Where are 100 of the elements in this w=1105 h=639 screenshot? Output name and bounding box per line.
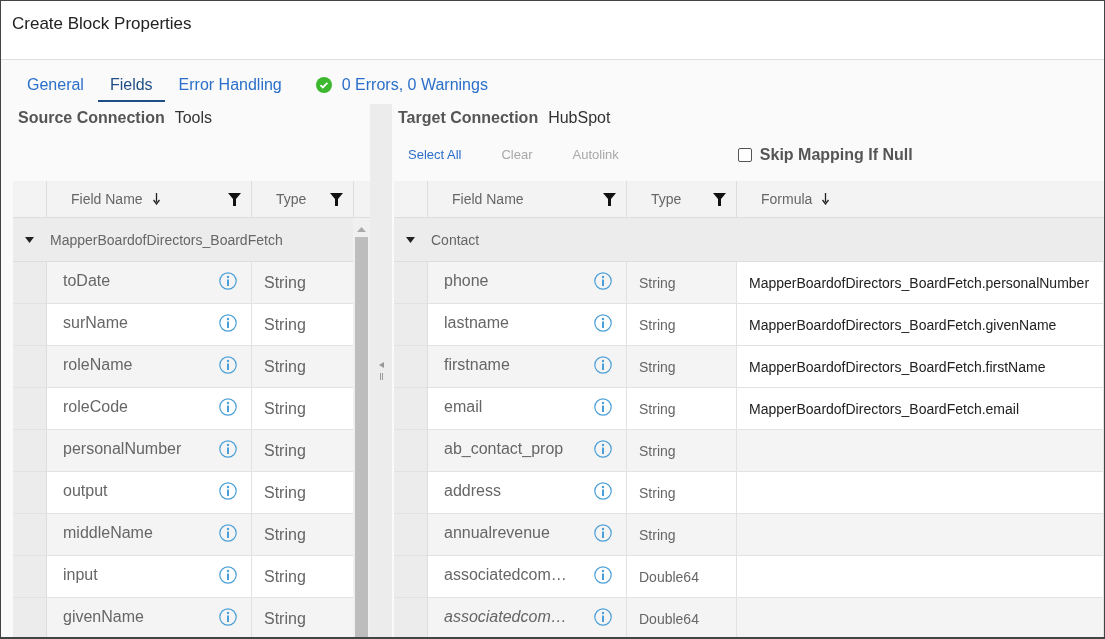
row-handle[interactable] [394,346,428,387]
tab[interactable]: General [15,70,96,102]
info-icon[interactable] [594,523,612,542]
row-handle[interactable] [394,556,428,597]
info-icon[interactable] [219,397,237,416]
field-name: phone [444,271,490,290]
field-name: input [63,565,99,584]
scroll-thumb[interactable] [355,237,368,637]
info-icon[interactable] [594,481,612,500]
filter-icon[interactable] [228,192,241,206]
field-name: roleCode [63,397,129,416]
connection-value: Tools [174,109,213,127]
field-name: personalNumber [63,439,183,458]
row-handle[interactable] [13,556,47,597]
column-header[interactable]: Field Name [428,181,627,217]
info-icon[interactable] [594,355,612,374]
status-link[interactable]: 0 Errors, 0 Warnings [341,76,488,94]
info-icon[interactable] [219,565,237,584]
collapse-arrow-icon[interactable] [378,361,384,368]
column-header[interactable]: Field Name [47,181,252,217]
field-type: Double64 [639,568,699,585]
field-name: address [444,481,502,500]
info-icon[interactable] [219,481,237,500]
field-type: String [639,316,676,333]
field-name: email [444,397,484,416]
formula-text[interactable]: MapperBoardofDirectors_BoardFetch.email [749,400,1019,417]
field-type: String [639,358,676,375]
field-name: givenName [63,607,145,626]
field-type: String [264,315,306,334]
sort-down-icon[interactable] [152,193,160,205]
field-type: String [264,357,306,376]
field-type: String [264,273,306,292]
info-icon[interactable] [594,439,612,458]
column-header[interactable]: Type [252,181,354,217]
field-name: roleName [63,355,134,374]
row-handle[interactable] [13,262,47,303]
row-handle[interactable] [394,388,428,429]
checkbox-label[interactable]: Skip Mapping If Null [759,145,913,164]
field-type: String [639,274,676,291]
tab[interactable]: Fields [97,70,165,102]
field-name: output [63,481,109,500]
field-name: ab_contact_prop [444,439,565,458]
scrollbar[interactable] [353,218,370,637]
tab[interactable]: Error Handling [166,70,294,102]
row-handle[interactable] [13,598,47,637]
group-label: Contact [431,231,480,248]
field-name: associatedcom… [444,565,568,584]
info-icon[interactable] [594,565,612,584]
field-type: String [639,526,676,543]
info-icon[interactable] [219,271,237,290]
field-name: toDate [63,271,112,290]
connection-value: HubSpot [548,109,611,127]
field-type: String [264,483,306,502]
grip-icon[interactable] [378,372,384,380]
field-name: lastname [444,313,510,332]
info-icon[interactable] [594,607,612,626]
row-handle[interactable] [13,388,47,429]
collapse-caret-icon[interactable] [406,236,415,243]
field-type: Double64 [639,610,699,627]
field-name: firstname [444,355,511,374]
field-type: String [264,399,306,418]
column-header[interactable]: Formula [737,181,1104,217]
window-title: Create Block Properties [12,14,192,33]
row-handle[interactable] [394,514,428,555]
info-icon[interactable] [219,607,237,626]
info-icon[interactable] [219,313,237,332]
check-circle-icon [315,77,332,93]
toolbar-button[interactable]: Select All [408,147,462,162]
row-handle[interactable] [394,430,428,471]
row-handle[interactable] [394,598,428,637]
field-type: String [264,609,306,628]
info-icon[interactable] [594,271,612,290]
info-icon[interactable] [594,397,612,416]
row-handle[interactable] [13,346,47,387]
row-handle[interactable] [13,304,47,345]
filter-icon[interactable] [713,192,726,206]
field-type: String [264,567,306,586]
connection-label: Source Connection [18,109,165,127]
row-handle[interactable] [394,304,428,345]
row-handle[interactable] [13,472,47,513]
collapse-caret-icon[interactable] [25,236,34,243]
column-header[interactable]: Type [627,181,737,217]
info-icon[interactable] [219,355,237,374]
checkbox[interactable] [737,147,752,162]
connection-label: Target Connection [398,109,539,127]
field-type: String [639,400,676,417]
row-handle[interactable] [394,262,428,303]
info-icon[interactable] [594,313,612,332]
filter-icon[interactable] [330,192,343,206]
filter-icon[interactable] [603,192,616,206]
info-icon[interactable] [219,523,237,542]
row-handle[interactable] [13,514,47,555]
row-handle[interactable] [13,430,47,471]
field-type: String [639,442,676,459]
row-handle[interactable] [394,472,428,513]
scroll-up-icon[interactable] [357,227,366,232]
sort-down-icon[interactable] [822,193,830,205]
formula-text[interactable]: MapperBoardofDirectors_BoardFetch.givenName [749,316,1057,333]
field-type: String [264,441,306,460]
info-icon[interactable] [219,439,237,458]
